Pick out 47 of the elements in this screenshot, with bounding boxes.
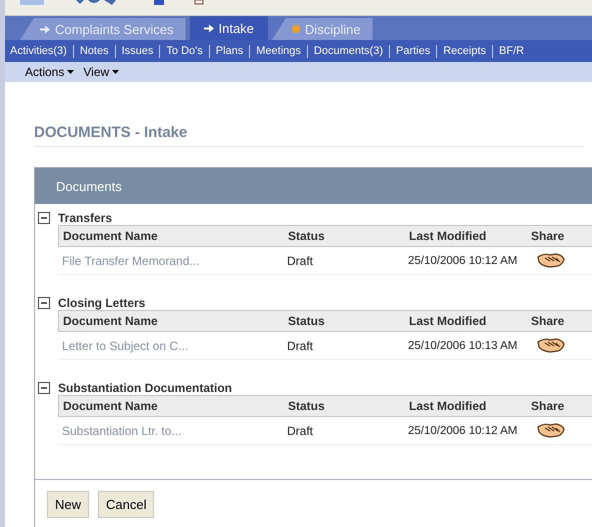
group-title: Closing Letters xyxy=(58,296,146,310)
collapse-button[interactable] xyxy=(38,382,50,394)
group-title: Transfers xyxy=(58,210,112,224)
column-header: Share xyxy=(530,229,566,243)
collapse-button[interactable] xyxy=(38,212,50,224)
column-header: Status xyxy=(287,399,326,413)
table-cell-text: Draft xyxy=(286,424,314,438)
column-header: Share xyxy=(530,314,566,328)
table-cell-text: 25/10/2006 10:12 AM xyxy=(407,254,518,266)
arrow-icon xyxy=(40,24,50,34)
column-header: Document Name xyxy=(62,314,159,328)
page-title: DOCUMENTS - Intake xyxy=(34,124,584,147)
tab[interactable]: Intake xyxy=(190,16,268,40)
group-title: Substantiation Documentation xyxy=(58,380,232,394)
nav-link[interactable]: Documents(3) xyxy=(308,45,389,57)
nav-link[interactable]: Receipts xyxy=(437,45,492,57)
table-cell-text: Draft xyxy=(286,338,314,352)
menu-button[interactable]: Actions xyxy=(25,65,74,79)
arrow-icon xyxy=(204,24,214,32)
nav-link[interactable]: Activities(3) xyxy=(5,45,73,57)
column-header: Last Modified xyxy=(408,399,488,413)
column-header: Share xyxy=(530,399,566,413)
menu-button[interactable]: View xyxy=(83,65,120,79)
action-button[interactable]: New xyxy=(47,491,90,518)
caret-icon xyxy=(112,70,120,74)
table-cell-text: Draft xyxy=(286,254,314,268)
action-button[interactable]: Cancel xyxy=(98,491,154,518)
column-header: Status xyxy=(287,229,326,243)
caret-icon xyxy=(67,70,74,74)
column-header: Document Name xyxy=(62,399,159,413)
nav-link[interactable]: BF/R xyxy=(493,45,530,57)
table-cell-text: 25/10/2006 10:12 AM xyxy=(407,424,518,436)
nav-link[interactable]: Plans xyxy=(210,45,250,57)
nav-link[interactable]: To Do's xyxy=(160,45,209,57)
nav-link[interactable]: Meetings xyxy=(250,45,307,57)
nav-link[interactable]: Notes xyxy=(74,45,115,57)
column-header: Last Modified xyxy=(408,314,488,328)
column-header: Document Name xyxy=(62,229,159,243)
panel-title: Documents xyxy=(56,178,122,194)
nav-link[interactable]: Issues xyxy=(116,45,160,57)
toolbar-icon[interactable] xyxy=(194,0,204,5)
collapse-button[interactable] xyxy=(38,296,50,308)
nav-link[interactable]: Parties xyxy=(390,45,436,57)
column-header: Status xyxy=(287,314,326,328)
column-header: Last Modified xyxy=(408,229,488,243)
dot-icon xyxy=(292,25,300,33)
table-cell-text: 25/10/2006 10:13 AM xyxy=(407,340,518,352)
